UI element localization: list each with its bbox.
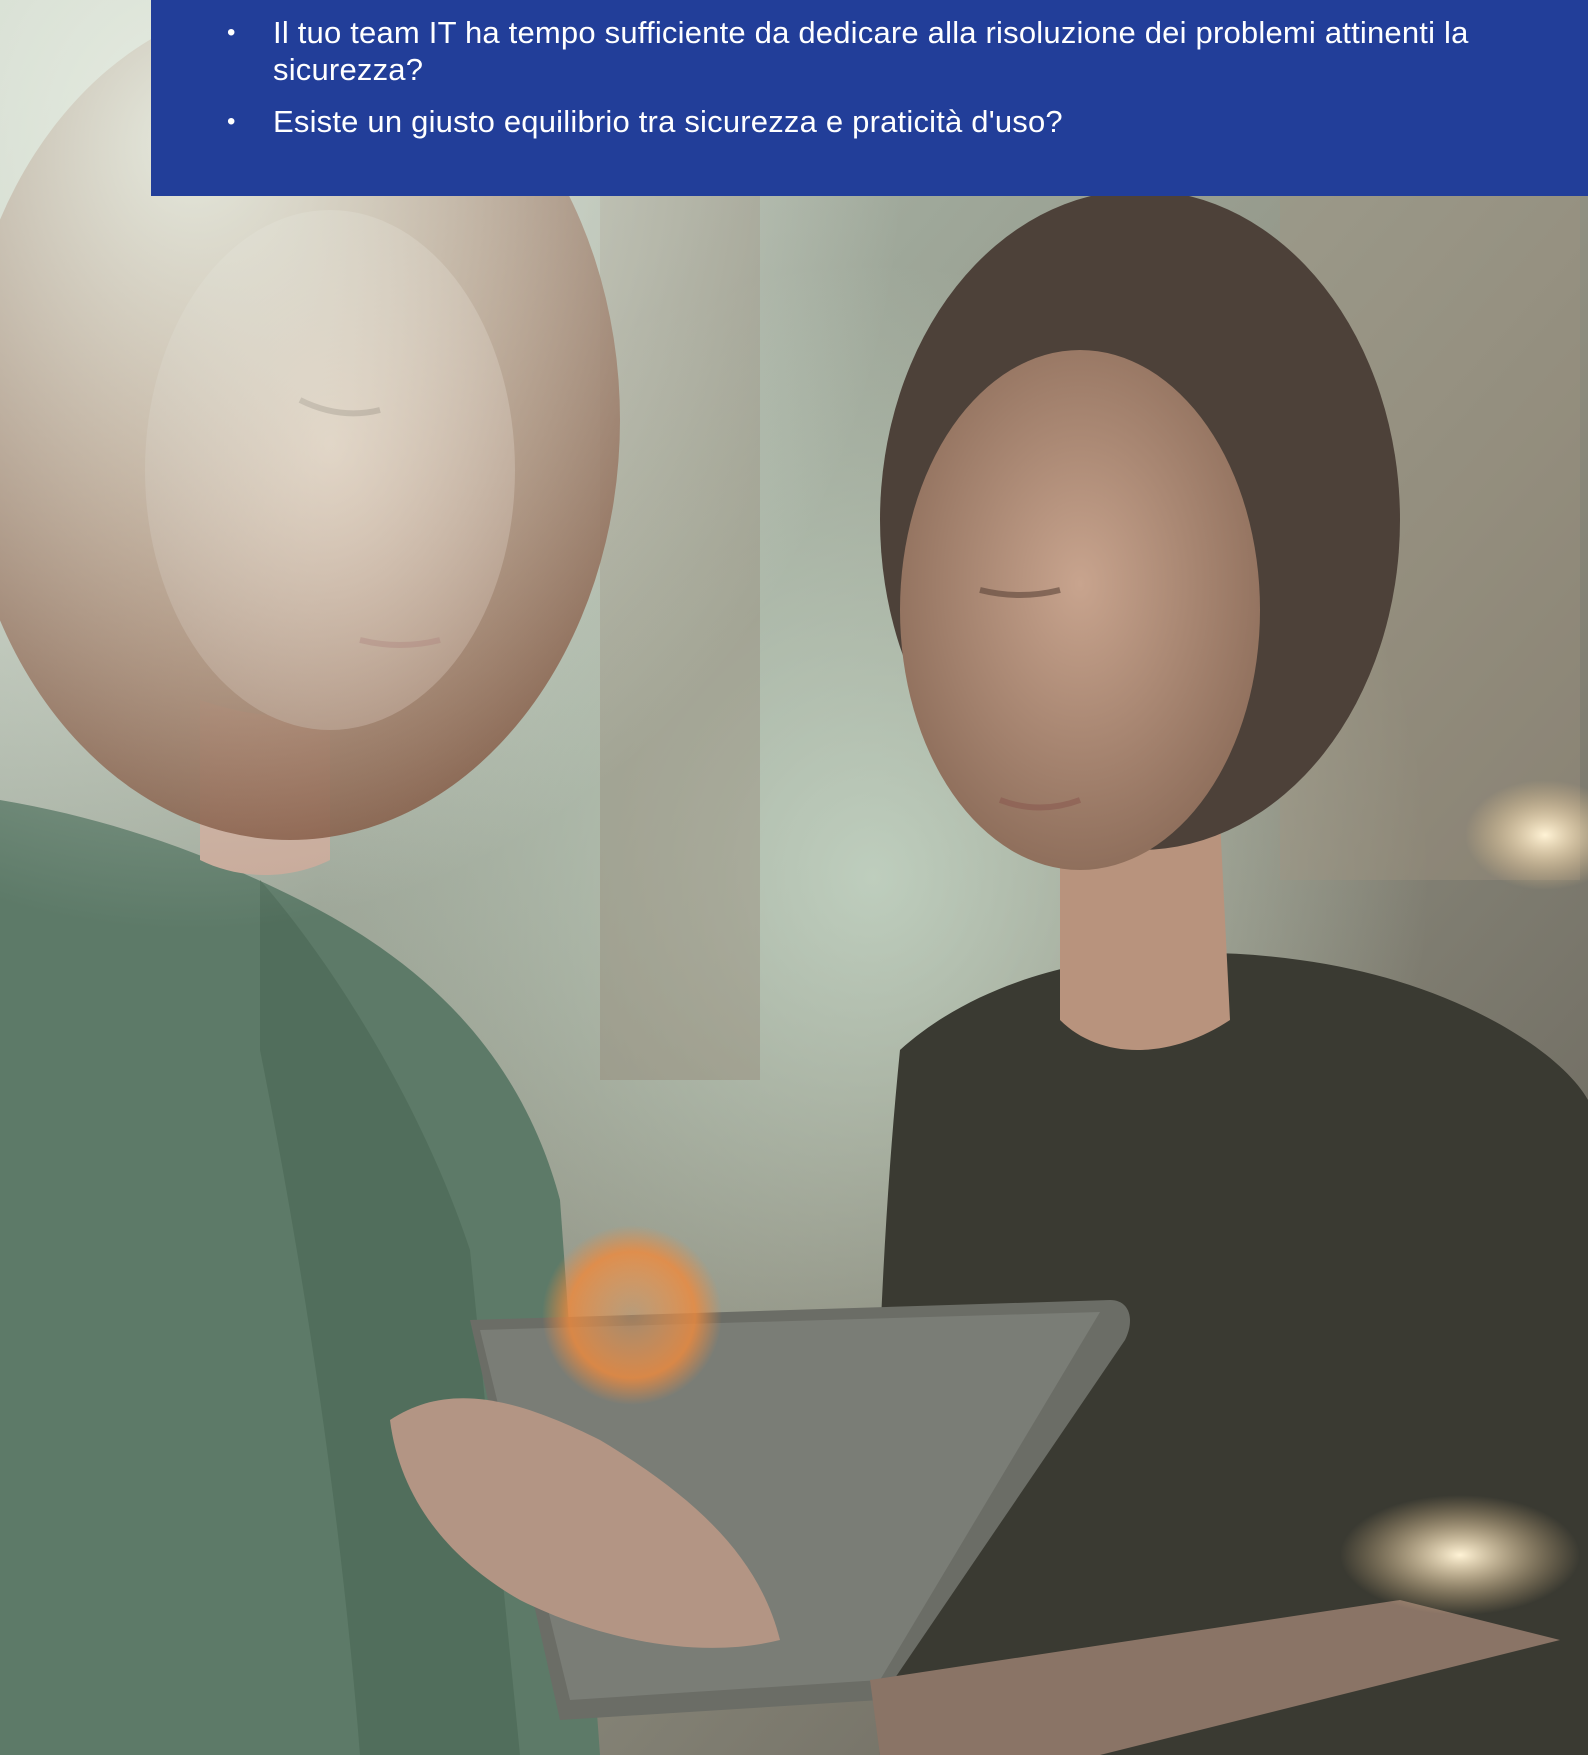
bullet-text: Esiste un giusto equilibrio tra sicurezz…: [273, 104, 1063, 139]
bullet-text: Il tuo team IT ha tempo sufficiente da d…: [273, 15, 1469, 87]
bullet-marker: •: [227, 19, 236, 46]
bullet-list: • Il tuo team IT ha tempo sufficiente da…: [223, 14, 1528, 140]
bullet-marker: •: [227, 108, 236, 135]
bullet-item-security-usability-balance: • Esiste un giusto equilibrio tra sicure…: [223, 103, 1528, 140]
info-banner: • Il tuo team IT ha tempo sufficiente da…: [151, 0, 1588, 196]
two-women-looking-at-tablet-photo-icon: [0, 0, 1588, 1755]
bullet-item-it-team-time: • Il tuo team IT ha tempo sufficiente da…: [223, 14, 1528, 88]
background-photo: [0, 0, 1588, 1755]
